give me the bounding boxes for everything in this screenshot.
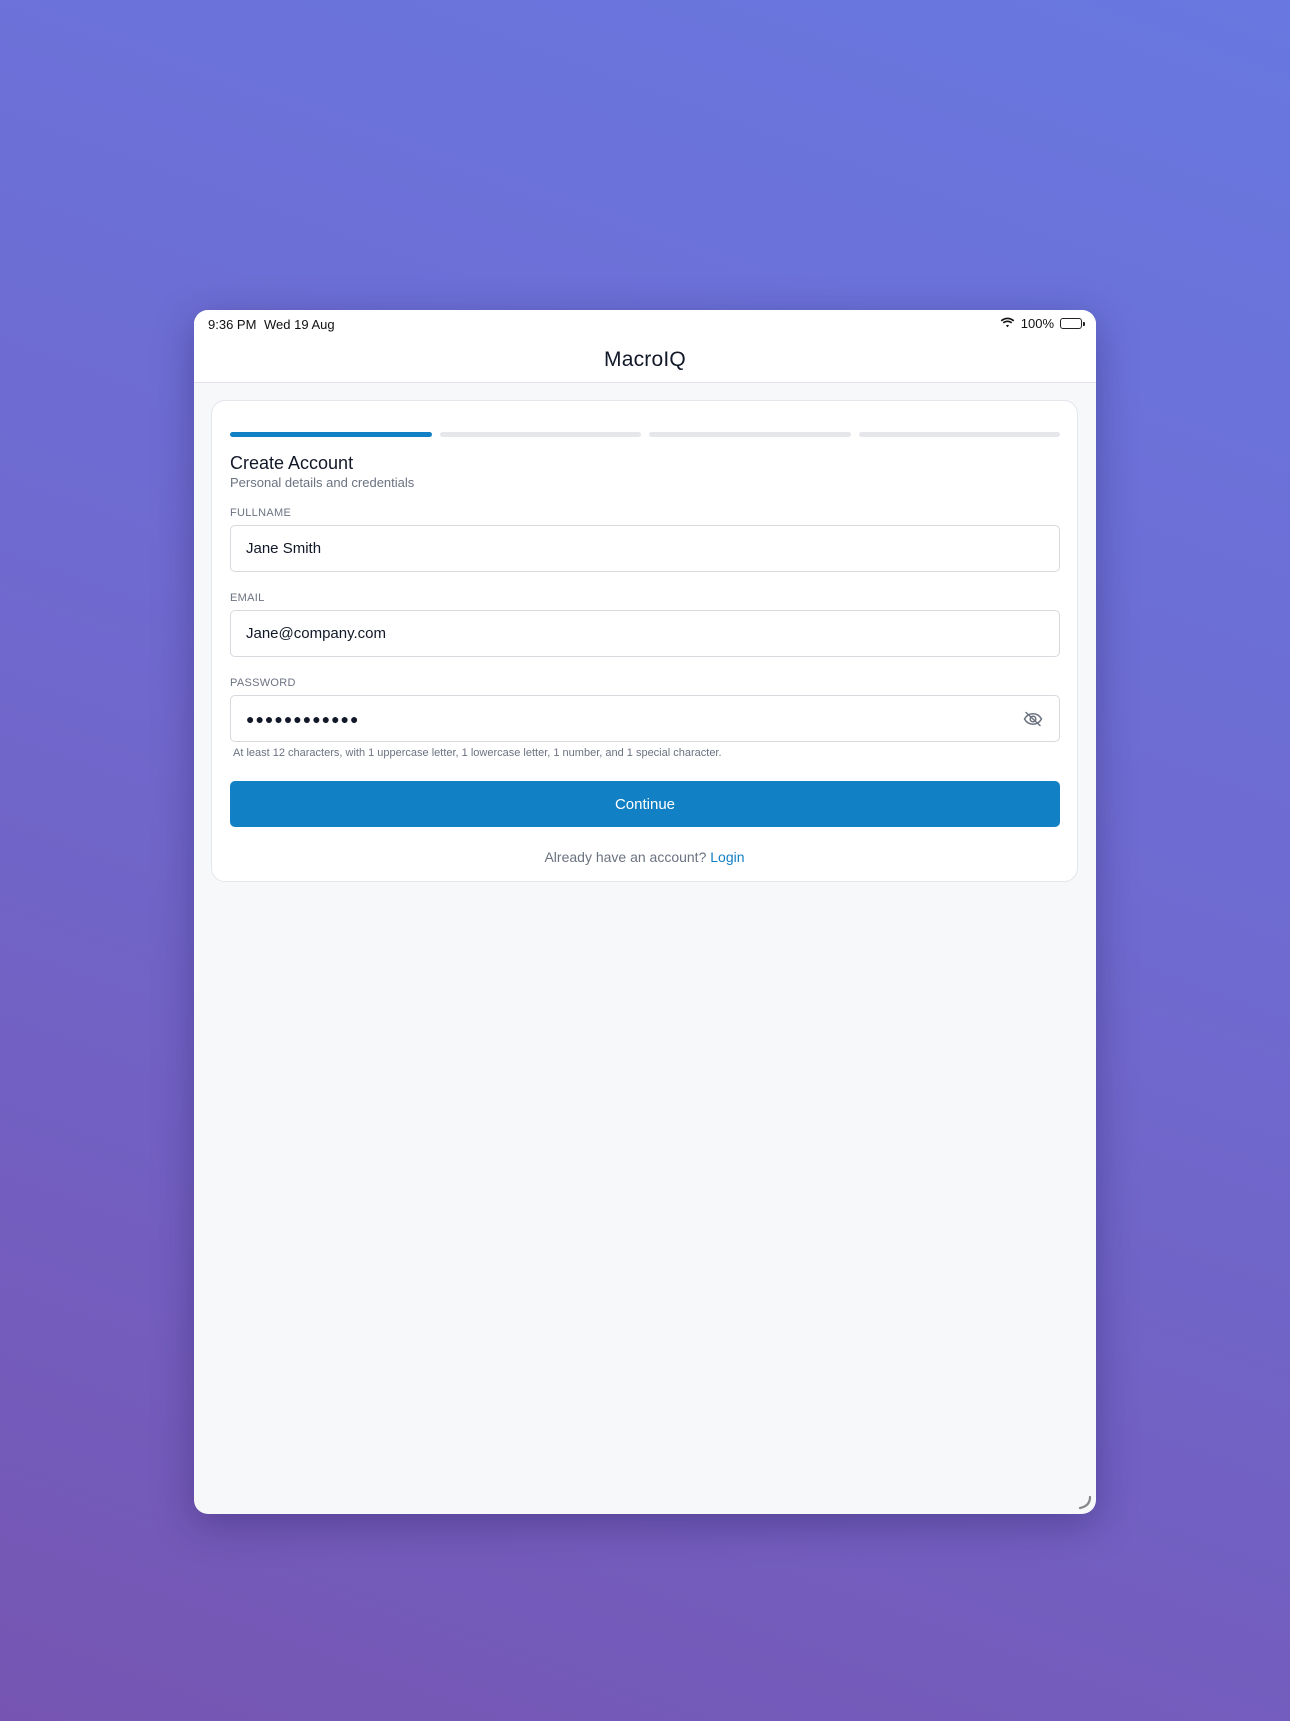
login-prompt-line: Already have an account? Login xyxy=(212,849,1077,865)
fullname-value: Jane Smith xyxy=(246,540,322,557)
battery-icon xyxy=(1060,318,1085,329)
password-label: PASSWORD xyxy=(230,677,296,689)
password-field[interactable]: ●●●●●●●●●●●● xyxy=(230,695,1060,742)
status-time: 9:36 PM xyxy=(208,317,257,332)
fullname-field[interactable]: Jane Smith xyxy=(230,525,1060,572)
progress-step-2 xyxy=(439,432,641,437)
login-link[interactable]: Login xyxy=(710,849,744,865)
status-bar: 9:36 PM Wed 19 Aug 100% xyxy=(194,310,1096,338)
email-field[interactable]: Jane@company.com xyxy=(230,610,1060,657)
status-right: 100% xyxy=(1000,316,1085,331)
status-date: Wed 19 Aug xyxy=(264,317,335,332)
password-hint: At least 12 characters, with 1 uppercase… xyxy=(233,747,722,759)
battery-percentage: 100% xyxy=(1020,316,1054,331)
app-title: MacroIQ xyxy=(604,348,686,371)
progress-step-3 xyxy=(649,432,851,437)
signup-card: Create Account Personal details and cred… xyxy=(211,400,1078,882)
email-value: Jane@company.com xyxy=(246,625,387,642)
wifi-icon xyxy=(1000,316,1015,331)
navigation-bar: MacroIQ xyxy=(194,338,1096,383)
eye-off-icon[interactable] xyxy=(1022,708,1044,730)
step-progress xyxy=(230,432,1060,438)
progress-step-1 xyxy=(230,432,432,437)
progress-step-4 xyxy=(858,432,1060,437)
fullname-label: FULLNAME xyxy=(230,507,292,519)
email-label: EMAIL xyxy=(230,592,265,604)
continue-button[interactable]: Continue xyxy=(230,781,1060,827)
password-value: ●●●●●●●●●●●● xyxy=(246,710,360,727)
form-title: Create Account xyxy=(230,453,354,473)
form-subtitle: Personal details and credentials xyxy=(230,475,415,490)
login-prompt: Already have an account? xyxy=(544,849,707,865)
resize-handle-icon[interactable] xyxy=(1076,1494,1092,1510)
app-window: 9:36 PM Wed 19 Aug 100% MacroIQ Create A… xyxy=(194,310,1096,1514)
